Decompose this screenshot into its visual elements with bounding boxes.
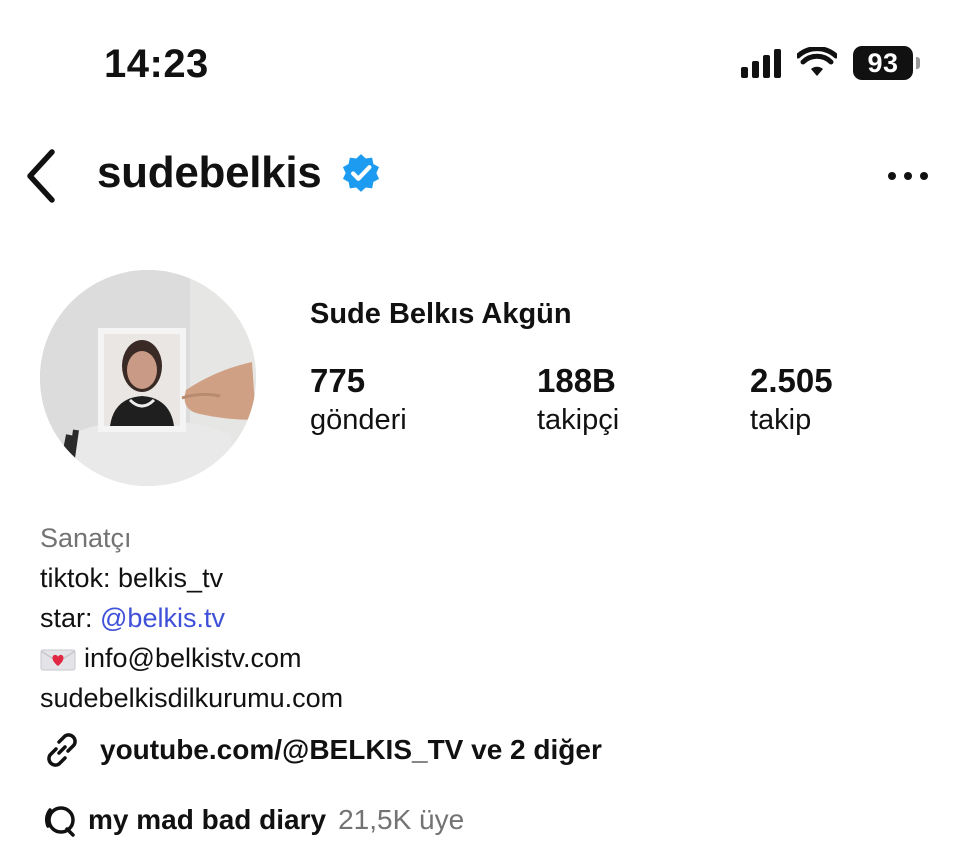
status-time: 14:23	[104, 42, 209, 86]
channel-name: my mad bad diary	[88, 804, 327, 835]
battery-icon: 93	[853, 46, 920, 80]
profile-header: sudebelkis	[0, 140, 977, 206]
bio-star-prefix: star:	[40, 603, 101, 633]
profile-screen: 14:23 93 sudebelkis Sude Belkıs Akgün 77…	[0, 0, 977, 856]
back-button[interactable]	[18, 144, 66, 204]
more-options-button[interactable]	[884, 166, 932, 186]
stat-posts-label: gönderi	[310, 404, 407, 436]
link-icon	[47, 733, 77, 767]
profile-bio: Sanatçı tiktok: belkis_tv star: @belkis.…	[40, 518, 343, 718]
profile-avatar[interactable]	[40, 270, 256, 486]
bio-line-tiktok: tiktok: belkis_tv	[40, 563, 224, 593]
stat-followers-value: 188B	[537, 362, 616, 399]
stat-following-value: 2.505	[750, 362, 833, 399]
profile-full-name: Sude Belkıs Akgün	[310, 298, 572, 330]
broadcast-channel-icon	[44, 806, 75, 837]
love-letter-icon	[40, 649, 76, 671]
stat-following-label: takip	[750, 404, 812, 436]
signal-icon	[741, 48, 781, 78]
stat-following[interactable]: 2.505 takip	[750, 362, 833, 437]
broadcast-channel[interactable]: my mad bad diary 21,5K üye	[40, 800, 464, 840]
status-icons: 93	[741, 46, 920, 80]
stat-posts-value: 775	[310, 362, 366, 399]
stat-posts[interactable]: 775 gönderi	[310, 362, 407, 437]
avatar-photo	[40, 270, 256, 486]
bio-category: Sanatçı	[40, 523, 132, 553]
bio-website[interactable]: sudebelkisdilkurumu.com	[40, 678, 343, 718]
bio-email[interactable]: info@belkistv.com	[84, 643, 301, 673]
channel-members: 21,5K üye	[338, 804, 465, 835]
stat-followers-label: takipçi	[537, 404, 620, 436]
battery-level: 93	[867, 47, 899, 78]
bio-mention-link[interactable]: @belkis.tv	[100, 603, 225, 633]
wifi-icon	[797, 47, 837, 76]
verified-badge-icon	[342, 154, 380, 192]
bio-line-email: info@belkistv.com	[40, 638, 343, 678]
back-arrow-icon	[27, 149, 55, 203]
stat-followers[interactable]: 188B takipçi	[537, 362, 619, 437]
more-options-icon	[888, 172, 928, 180]
external-links[interactable]: youtube.com/@BELKIS_TV ve 2 diğer	[40, 728, 602, 772]
bio-line-star: star: @belkis.tv	[40, 598, 343, 638]
external-links-text: youtube.com/@BELKIS_TV ve 2 diğer	[100, 734, 602, 765]
profile-username: sudebelkis	[97, 148, 322, 197]
